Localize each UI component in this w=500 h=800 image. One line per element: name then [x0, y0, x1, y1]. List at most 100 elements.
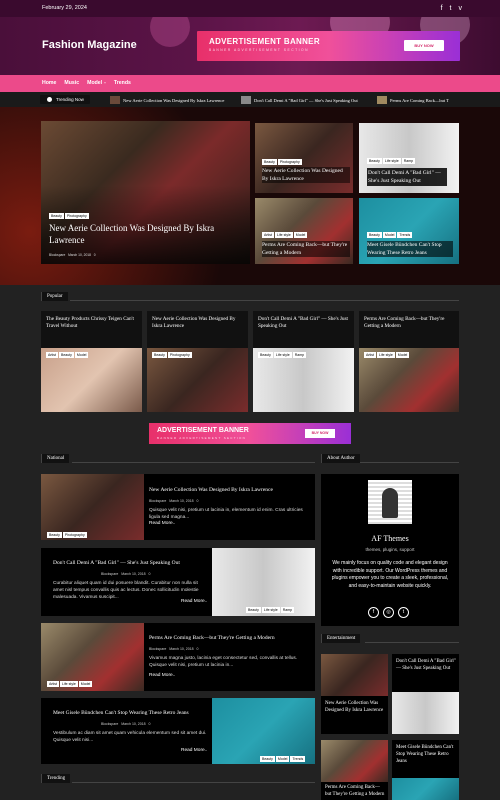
site-title[interactable]: Fashion Magazine	[42, 39, 137, 51]
facebook-icon[interactable]: f	[441, 4, 443, 13]
category-tag[interactable]: Life style	[59, 681, 78, 687]
popular-item-image[interactable]: Artist Life style Model	[359, 348, 459, 412]
popular-item-title[interactable]: New Aerie Collection Was Designed By Isk…	[147, 311, 248, 348]
facebook-icon[interactable]: f	[368, 607, 379, 618]
category-tag[interactable]: Artist	[364, 352, 376, 358]
national-article[interactable]: Artist Life style Model Perms Are Coming…	[41, 623, 315, 691]
buy-now-button[interactable]: BUY NOW	[404, 40, 444, 51]
buy-now-button[interactable]: BUY NOW	[305, 429, 335, 438]
category-tag[interactable]: Life style	[261, 607, 280, 613]
hero-small-card[interactable]: Artist Life style Model Perms Are Coming…	[255, 198, 353, 264]
article-title[interactable]: Perms Are Coming Back—but They're Gettin…	[149, 635, 309, 641]
article-thumbnail[interactable]: Artist Life style Model	[41, 623, 144, 691]
category-tag[interactable]: Model	[395, 352, 410, 358]
read-more-link[interactable]: Read More..	[149, 673, 175, 678]
category-tag[interactable]: Model	[78, 681, 93, 687]
category-tag[interactable]: Ramp	[280, 607, 295, 613]
national-article[interactable]: Beauty Photography New Aerie Collection …	[41, 474, 315, 540]
ticker-item[interactable]: New Aerie Collection Was Designed By Isk…	[110, 96, 224, 104]
hero-small-card[interactable]: Beauty Photography New Aerie Collection …	[255, 123, 353, 193]
popular-item-title[interactable]: Perms Are Coming Back—but They're Gettin…	[359, 311, 459, 348]
national-article[interactable]: Meet Gisele Bündchen Can't Stop Wearing …	[41, 698, 315, 764]
category-tag[interactable]: Trends	[397, 232, 413, 238]
hero-main-card[interactable]: Beauty Photography New Aerie Collection …	[41, 121, 250, 264]
category-tag[interactable]: Photography	[62, 532, 87, 538]
popular-item-image[interactable]: Beauty Photography	[147, 348, 248, 412]
popular-item-title[interactable]: The Beauty Products Chrissy Teigen Can't…	[41, 311, 142, 348]
author-name[interactable]: Blockspare	[101, 572, 118, 576]
category-tag[interactable]: Photography	[167, 352, 192, 358]
entertainment-card[interactable]: Don't Call Demi A "Bad Girl" — She's Jus…	[392, 654, 459, 692]
ticker-item[interactable]: Perms Are Coming Back—but T	[377, 96, 449, 104]
category-tag[interactable]: Life style	[382, 158, 401, 164]
popular-item-image[interactable]: Artist Beauty Model	[41, 348, 142, 412]
category-tag[interactable]: Beauty	[367, 232, 382, 238]
hero-small-title[interactable]: Don't Call Demi A "Bad Girl" — She's Jus…	[367, 168, 447, 186]
category-tag[interactable]: Beauty	[262, 159, 277, 165]
entertainment-title[interactable]: Perms Are Coming Back—but They're Gettin…	[325, 784, 385, 800]
article-title[interactable]: Meet Gisele Bündchen Can't Stop Wearing …	[53, 710, 213, 716]
entertainment-card[interactable]: Perms Are Coming Back—but They're Gettin…	[321, 782, 388, 800]
nav-item-trends[interactable]: Trends	[114, 75, 131, 92]
category-tag[interactable]: Beauty	[47, 532, 62, 538]
read-more-link[interactable]: Read More..	[181, 748, 207, 753]
category-tag[interactable]: Beauty	[152, 352, 167, 358]
entertainment-title[interactable]: New Aerie Collection Was Designed By Isk…	[325, 700, 385, 714]
entertainment-card[interactable]: New Aerie Collection Was Designed By Isk…	[321, 696, 388, 734]
hero-small-title[interactable]: New Aerie Collection Was Designed By Isk…	[262, 167, 350, 183]
entertainment-title[interactable]: Don't Call Demi A "Bad Girl" — She's Jus…	[396, 658, 456, 672]
read-more-link[interactable]: Read More..	[181, 599, 207, 604]
entertainment-thumb[interactable]	[321, 654, 388, 696]
nav-item-music[interactable]: Music	[64, 75, 79, 92]
header-ad-banner[interactable]: ADVERTISEMENT BANNER BANNER ADVERTISEMEN…	[197, 31, 460, 61]
category-tag[interactable]: Ramp	[401, 158, 416, 164]
article-thumbnail[interactable]: Beauty Model Trends	[212, 698, 315, 764]
category-tag[interactable]: Beauty	[49, 213, 64, 219]
entertainment-card[interactable]: Meet Gisele Bündchen Can't Stop Wearing …	[392, 740, 459, 778]
nav-item-model[interactable]: Model -	[87, 75, 106, 92]
author-name[interactable]: Blockspare	[149, 647, 166, 651]
category-tag[interactable]: Beauty	[367, 158, 382, 164]
category-tag[interactable]: Photography	[64, 213, 89, 219]
category-tag[interactable]: Artist	[46, 352, 58, 358]
hero-small-card[interactable]: Beauty Model Trends Meet Gisele Bündchen…	[359, 198, 459, 264]
nav-item-home[interactable]: Home	[42, 75, 56, 92]
article-thumbnail[interactable]: Beauty Life style Ramp	[212, 548, 315, 616]
twitter-icon[interactable]: t	[398, 607, 409, 618]
category-tag[interactable]: Model	[275, 756, 290, 762]
entertainment-thumb[interactable]	[392, 778, 459, 800]
entertainment-thumb[interactable]	[392, 692, 459, 734]
category-tag[interactable]: Life style	[274, 232, 293, 238]
author-name[interactable]: Blockspare	[49, 253, 65, 257]
read-more-link[interactable]: Read More..	[149, 521, 175, 526]
mid-ad-banner[interactable]: ADVERTISEMENT BANNER BANNER ADVERTISEMEN…	[149, 423, 351, 444]
category-tag[interactable]: Model	[382, 232, 397, 238]
vimeo-icon[interactable]: v	[459, 4, 463, 13]
category-tag[interactable]: Artist	[262, 232, 274, 238]
author-name[interactable]: Blockspare	[101, 722, 118, 726]
twitter-icon[interactable]: t	[450, 4, 452, 13]
article-thumbnail[interactable]: Beauty Photography	[41, 474, 144, 540]
category-tag[interactable]: Model	[293, 232, 308, 238]
popular-item-title[interactable]: Don't Call Demi A "Bad Girl" — She's Jus…	[253, 311, 354, 348]
category-tag[interactable]: Beauty	[58, 352, 74, 358]
hero-small-title[interactable]: Meet Gisele Bündchen Can't Stop Wearing …	[367, 241, 453, 257]
category-tag[interactable]: Model	[74, 352, 89, 358]
popular-item-image[interactable]: Beauty Life style Ramp	[253, 348, 354, 412]
entertainment-title[interactable]: Meet Gisele Bündchen Can't Stop Wearing …	[396, 744, 456, 765]
ticker-item[interactable]: Don't Call Demi A "Bad Girl" — She's Jus…	[241, 96, 358, 104]
hero-main-title[interactable]: New Aerie Collection Was Designed By Isk…	[49, 222, 239, 246]
hero-small-title[interactable]: Perms Are Coming Back—but They're Gettin…	[262, 241, 350, 257]
category-tag[interactable]: Beauty	[258, 352, 273, 358]
national-article[interactable]: Don't Call Demi A "Bad Girl" — She's Jus…	[41, 548, 315, 616]
category-tag[interactable]: Life style	[376, 352, 395, 358]
author-name[interactable]: Blockspare	[149, 499, 166, 503]
article-title[interactable]: New Aerie Collection Was Designed By Isk…	[149, 487, 309, 493]
category-tag[interactable]: Life style	[273, 352, 292, 358]
instagram-icon[interactable]: ◎	[383, 607, 394, 618]
entertainment-thumb[interactable]	[321, 740, 388, 782]
category-tag[interactable]: Beauty	[260, 756, 275, 762]
category-tag[interactable]: Ramp	[292, 352, 307, 358]
category-tag[interactable]: Photography	[277, 159, 302, 165]
category-tag[interactable]: Artist	[47, 681, 59, 687]
